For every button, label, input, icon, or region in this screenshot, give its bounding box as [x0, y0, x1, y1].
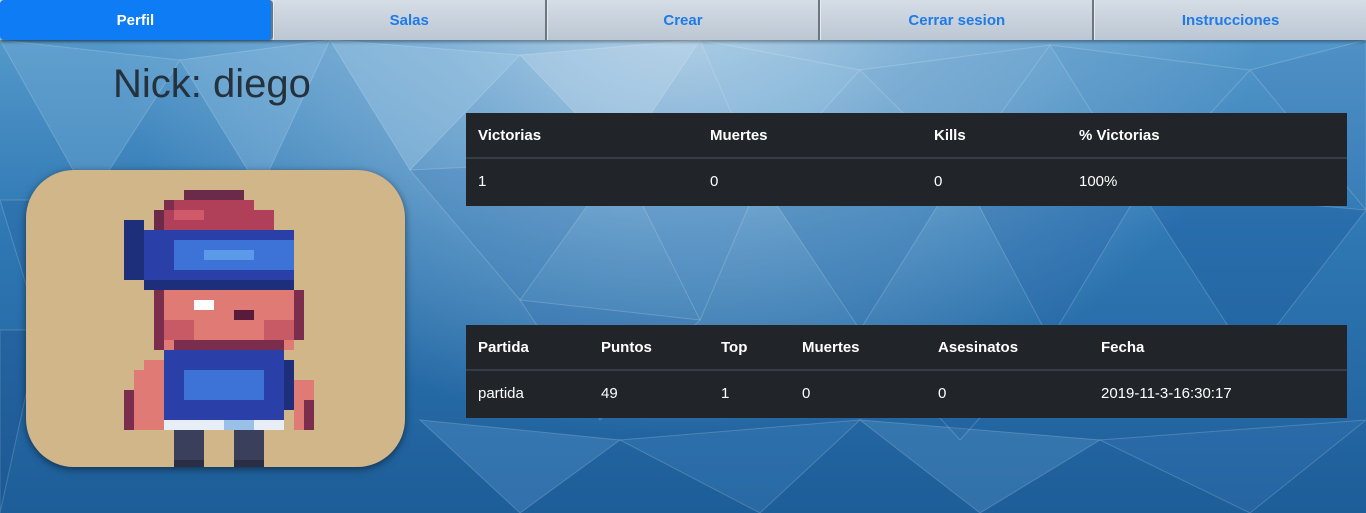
games-table: Partida Puntos Top Muertes Asesinatos Fe… — [466, 325, 1347, 418]
cell-fecha: 2019-11-3-16:30:17 — [1101, 385, 1232, 402]
table-row: partida 49 1 0 0 2019-11-3-16:30:17 — [466, 371, 1347, 417]
col-muertes: Muertes — [802, 339, 860, 356]
cell-partida: partida — [478, 385, 524, 402]
stats-table: Victorias Muertes Kills % Victorias 1 0 … — [466, 113, 1347, 206]
table-row: 1 0 0 100% — [466, 159, 1347, 205]
cell-muertes: 0 — [802, 385, 811, 402]
cell-porcentaje-victorias: 100% — [1079, 173, 1118, 190]
nav-salas[interactable]: Salas — [272, 0, 547, 40]
cell-muertes: 0 — [710, 173, 719, 190]
nav-cerrar-sesion[interactable]: Cerrar sesion — [820, 0, 1095, 40]
nav-perfil[interactable]: Perfil — [0, 0, 273, 40]
table-header-row: Victorias Muertes Kills % Victorias — [466, 113, 1347, 159]
col-kills: Kills — [934, 127, 966, 144]
col-top: Top — [721, 339, 748, 356]
cell-puntos: 49 — [601, 385, 618, 402]
col-porcentaje-victorias: % Victorias — [1079, 127, 1160, 144]
col-muertes: Muertes — [710, 127, 768, 144]
nav-crear[interactable]: Crear — [546, 0, 821, 40]
col-puntos: Puntos — [601, 339, 652, 356]
cell-asesinatos: 0 — [938, 385, 947, 402]
cell-victorias: 1 — [478, 173, 487, 190]
top-navbar: Perfil Salas Crear Cerrar sesion Instruc… — [0, 0, 1366, 40]
pixel-character-avatar-icon — [124, 190, 314, 467]
cell-top: 1 — [721, 385, 730, 402]
avatar — [26, 170, 405, 467]
col-partida: Partida — [478, 339, 529, 356]
cell-kills: 0 — [934, 173, 943, 190]
table-header-row: Partida Puntos Top Muertes Asesinatos Fe… — [466, 325, 1347, 371]
page-title: Nick: diego — [113, 62, 311, 106]
nav-instrucciones[interactable]: Instrucciones — [1094, 0, 1366, 40]
col-asesinatos: Asesinatos — [938, 339, 1019, 356]
col-victorias: Victorias — [478, 127, 542, 144]
col-fecha: Fecha — [1101, 339, 1145, 356]
